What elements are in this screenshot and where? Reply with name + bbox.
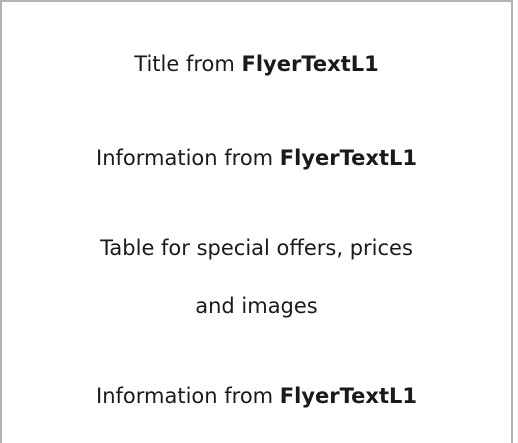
title-source-name: FlyerTextL1: [241, 52, 379, 76]
table-note-text-2: and images: [195, 294, 318, 318]
title-prefix: Title from: [134, 52, 242, 76]
title-line: Title from FlyerTextL1: [2, 52, 511, 76]
table-note-text-1: Table for special offers, prices: [100, 236, 413, 260]
information-prefix-2: Information from: [96, 384, 280, 408]
information-line-2: Information from FlyerTextL1: [2, 384, 511, 408]
information-line-1: Information from FlyerTextL1: [2, 146, 511, 170]
information-prefix-1: Information from: [96, 146, 280, 170]
information-source-name-2: FlyerTextL1: [279, 384, 417, 408]
table-note-line-2: and images: [2, 294, 511, 318]
flyer-page: Title from FlyerTextL1 Information from …: [0, 0, 518, 443]
information-source-name-1: FlyerTextL1: [279, 146, 417, 170]
table-note-line-1: Table for special offers, prices: [2, 236, 511, 260]
